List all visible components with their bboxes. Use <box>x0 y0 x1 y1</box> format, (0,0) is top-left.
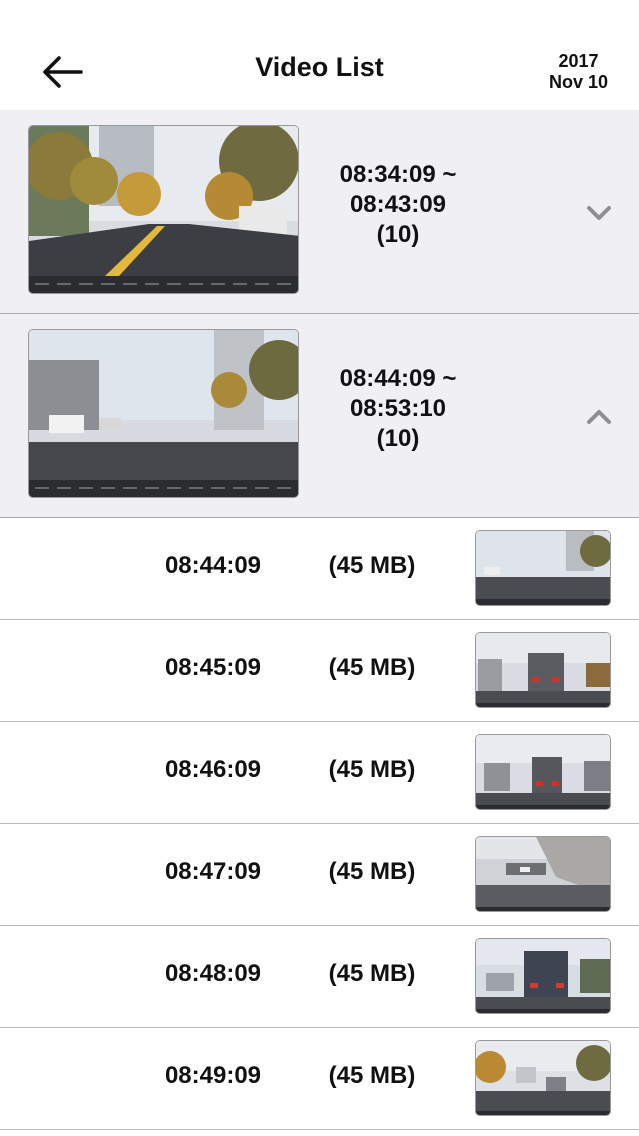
video-count: (10) <box>376 221 420 248</box>
file-thumbnail <box>475 530 611 606</box>
date-year: 2017 <box>558 51 599 71</box>
date-day: Nov 10 <box>548 72 608 92</box>
time-range-label: 08:34:09 ~ 08:43:09 (10) <box>300 160 496 250</box>
time-range-start: 08:44:09 ~ <box>339 365 457 392</box>
file-time: 08:46:09 <box>164 756 262 783</box>
video-thumbnail <box>28 125 299 294</box>
date-label: 2017 Nov 10 <box>549 51 608 93</box>
video-thumbnail <box>28 329 299 498</box>
time-range-label: 08:44:09 ~ 08:53:10 (10) <box>300 364 496 454</box>
file-time: 08:49:09 <box>164 1062 262 1089</box>
video-group-row[interactable]: 08:34:09 ~ 08:43:09 (10) <box>0 110 639 314</box>
time-range-end: 08:53:10 <box>349 395 447 422</box>
file-time: 08:48:09 <box>164 960 262 987</box>
chevron-up-icon[interactable] <box>584 406 614 428</box>
file-size: (45 MB) <box>328 654 416 681</box>
file-size: (45 MB) <box>328 858 416 885</box>
file-size: (45 MB) <box>328 960 416 987</box>
video-file-row[interactable]: 08:46:09 (45 MB) <box>0 722 639 824</box>
video-file-row[interactable]: 08:44:09 (45 MB) <box>0 518 639 620</box>
file-thumbnail <box>475 938 611 1014</box>
video-file-row[interactable]: 08:45:09 (45 MB) <box>0 620 639 722</box>
video-file-row[interactable]: 08:48:09 (45 MB) <box>0 926 639 1028</box>
video-group-row[interactable]: 08:44:09 ~ 08:53:10 (10) <box>0 314 639 518</box>
chevron-down-icon[interactable] <box>584 202 614 224</box>
arrow-left-icon <box>43 56 83 88</box>
file-size: (45 MB) <box>328 756 416 783</box>
video-count: (10) <box>376 425 420 452</box>
video-file-row[interactable]: 08:47:09 (45 MB) <box>0 824 639 926</box>
file-thumbnail <box>475 632 611 708</box>
time-range-end: 08:43:09 <box>349 191 447 218</box>
file-time: 08:47:09 <box>164 858 262 885</box>
time-range-start: 08:34:09 ~ <box>339 161 457 188</box>
file-size: (45 MB) <box>328 552 416 579</box>
video-file-row[interactable]: 08:49:09 (45 MB) <box>0 1028 639 1130</box>
file-thumbnail <box>475 1040 611 1116</box>
back-button[interactable] <box>40 50 86 94</box>
file-time: 08:44:09 <box>164 552 262 579</box>
file-size: (45 MB) <box>328 1062 416 1089</box>
file-thumbnail <box>475 734 611 810</box>
file-thumbnail <box>475 836 611 912</box>
file-time: 08:45:09 <box>164 654 262 681</box>
navigation-bar: Video List 2017 Nov 10 <box>0 0 639 110</box>
page-title: Video List <box>255 52 384 82</box>
